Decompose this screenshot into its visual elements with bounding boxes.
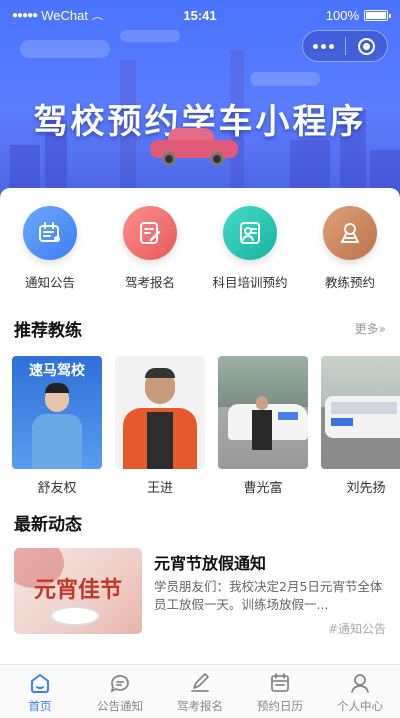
coach-card[interactable]: 王进	[115, 356, 205, 496]
news-thumbnail: 元宵佳节	[14, 548, 142, 634]
menu-label: 教练预约	[324, 275, 375, 290]
thumb-caption: 元宵佳节	[33, 577, 122, 603]
hero-banner: ●●●●● WeChat ︵ 15:41 100% 驾校预约学车小程序	[0, 0, 400, 200]
menu-label: 驾考报名	[124, 275, 175, 290]
chat-icon	[110, 675, 129, 693]
tab-label: 首页	[28, 699, 52, 713]
training-icon	[223, 206, 277, 260]
coach-list: 速马驾校 舒友权 王进 曹光富 刘先扬	[12, 356, 400, 496]
menu-label: 科目培训预约	[212, 275, 288, 290]
section-title: 最新动态	[14, 515, 82, 535]
car-illustration	[150, 128, 238, 166]
tab-calendar[interactable]: 预约日历	[240, 665, 320, 718]
more-link[interactable]: 更多»	[355, 320, 386, 337]
menu-item-coach[interactable]: 教练预约	[300, 206, 400, 291]
tab-notices[interactable]: 公告通知	[80, 665, 160, 718]
battery-label: 100%	[325, 7, 359, 23]
tab-label: 预约日历	[257, 699, 303, 713]
calendar-icon	[271, 673, 289, 692]
close-icon	[357, 37, 375, 55]
coach-card[interactable]: 速马驾校 舒友权	[12, 356, 102, 496]
coach-name: 曹光富	[243, 481, 283, 496]
coach-card[interactable]: 刘先扬	[321, 356, 400, 496]
more-icon	[313, 43, 319, 49]
news-tag: #通知公告	[327, 622, 386, 636]
notice-icon	[23, 206, 77, 260]
news-description: 学员朋友们：我校决定2月5日元宵节全体员工放假一天。训练场放假一...	[154, 579, 383, 612]
user-icon	[351, 674, 369, 693]
tab-label: 个人中心	[337, 699, 383, 713]
coach-photo	[115, 356, 205, 469]
coach-name: 舒友权	[37, 481, 77, 496]
coach-name: 王进	[146, 481, 173, 496]
section-title: 推荐教练	[14, 321, 82, 341]
menu-item-signup[interactable]: 驾考报名	[100, 206, 200, 291]
carrier-label: WeChat	[41, 7, 88, 23]
photo-caption: 速马驾校	[29, 363, 85, 379]
coach-name: 刘先扬	[346, 481, 386, 496]
coach-card[interactable]: 曹光富	[218, 356, 308, 496]
coach-photo	[218, 356, 308, 469]
clock: 15:41	[183, 7, 217, 23]
coaches-header: 推荐教练 更多»	[14, 316, 386, 341]
tab-label: 公告通知	[97, 699, 143, 713]
battery-icon	[364, 9, 391, 21]
news-header: 最新动态	[14, 510, 386, 535]
edit-icon	[191, 673, 209, 692]
tab-profile[interactable]: 个人中心	[320, 665, 400, 718]
signup-icon	[123, 206, 177, 260]
main-panel: 通知公告 驾考报名 科目培训预约 教练预约 推荐教练 更多» 速马驾校 舒友权 …	[0, 188, 400, 668]
coach-icon	[323, 206, 377, 260]
miniprogram-capsule	[302, 30, 388, 62]
menu-label: 通知公告	[24, 275, 75, 290]
tab-bar: 首页 公告通知 驾考报名 预约日历 个人中心	[0, 664, 400, 718]
coach-photo	[321, 356, 400, 469]
wifi-icon: ︵	[91, 10, 103, 22]
menu-item-notice[interactable]: 通知公告	[0, 206, 100, 291]
tab-home[interactable]: 首页	[0, 665, 80, 718]
menu-grid: 通知公告 驾考报名 科目培训预约 教练预约	[0, 206, 400, 291]
status-bar: ●●●●● WeChat ︵ 15:41 100%	[0, 0, 400, 30]
close-button[interactable]	[345, 37, 387, 55]
more-menu-button[interactable]	[303, 43, 345, 49]
tab-signup[interactable]: 驾考报名	[160, 665, 240, 718]
signal-icon: ●●●●●	[12, 9, 38, 21]
home-icon	[31, 674, 49, 693]
menu-item-training[interactable]: 科目培训预约	[200, 206, 300, 291]
news-title: 元宵节放假通知	[154, 554, 267, 573]
news-item[interactable]: 元宵佳节 元宵节放假通知 学员朋友们：我校决定2月5日元宵节全体员工放假一天。训…	[14, 548, 386, 640]
coach-photo: 速马驾校	[12, 356, 102, 469]
tab-label: 驾考报名	[177, 699, 223, 713]
